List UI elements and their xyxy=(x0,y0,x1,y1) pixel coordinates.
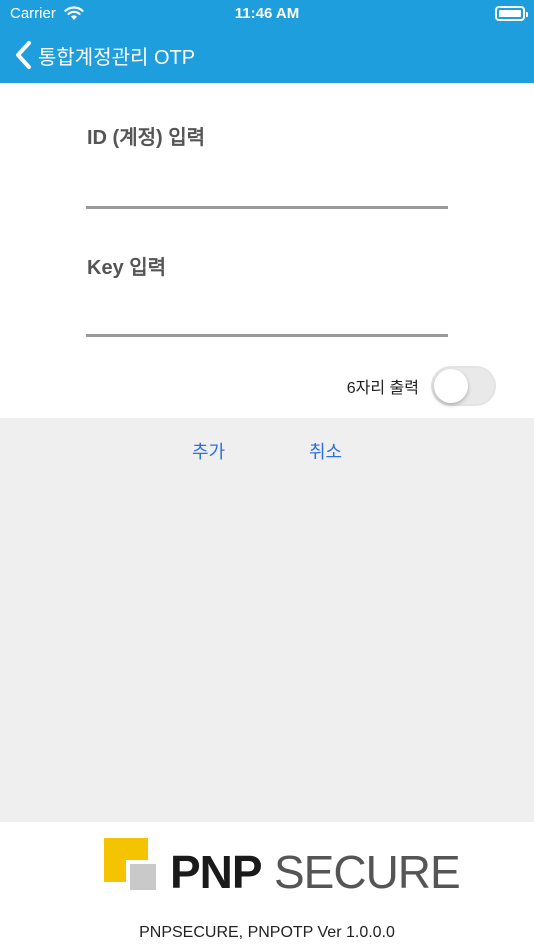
footer: PNP SECURE PNPSECURE, PNPOTP Ver 1.0.0.0 xyxy=(0,822,534,950)
status-time: 11:46 AM xyxy=(234,5,300,22)
six-digit-toggle[interactable] xyxy=(431,366,496,406)
id-input[interactable] xyxy=(86,169,448,209)
action-area: 추가 취소 xyxy=(0,418,534,822)
battery-icon xyxy=(495,6,528,21)
cancel-button[interactable]: 취소 xyxy=(309,438,342,464)
back-button[interactable]: 통합계정관리 OTP xyxy=(14,38,195,72)
six-digit-label: 6자리 출력 xyxy=(346,380,419,397)
toggle-knob xyxy=(434,369,468,403)
six-digit-row: 6자리 출력 xyxy=(347,366,496,406)
add-button[interactable]: 추가 xyxy=(192,438,225,464)
page-title: 통합계정관리 OTP xyxy=(38,46,196,69)
logo-secure-text: SECURE xyxy=(274,846,461,898)
otp-form: ID (계정) 입력 Key 입력 6자리 출력 xyxy=(0,83,534,418)
version-text: PNPSECURE, PNPOTP Ver 1.0.0.0 xyxy=(139,924,395,941)
chevron-left-icon xyxy=(16,41,31,69)
logo-gray-square xyxy=(126,860,156,890)
key-input[interactable] xyxy=(86,297,448,337)
top-bar: Carrier 11:46 AM 통합계정관리 OTP xyxy=(0,0,534,83)
pnpsecure-logo: PNP SECURE xyxy=(104,838,461,898)
navigation-bar: 통합계정관리 OTP xyxy=(0,28,534,83)
logo-pnp-text: PNP xyxy=(170,846,263,898)
status-bar: Carrier 11:46 AM xyxy=(0,0,534,28)
id-field-label: ID (계정) 입력 xyxy=(87,127,206,149)
key-field-label: Key 입력 xyxy=(87,257,167,279)
